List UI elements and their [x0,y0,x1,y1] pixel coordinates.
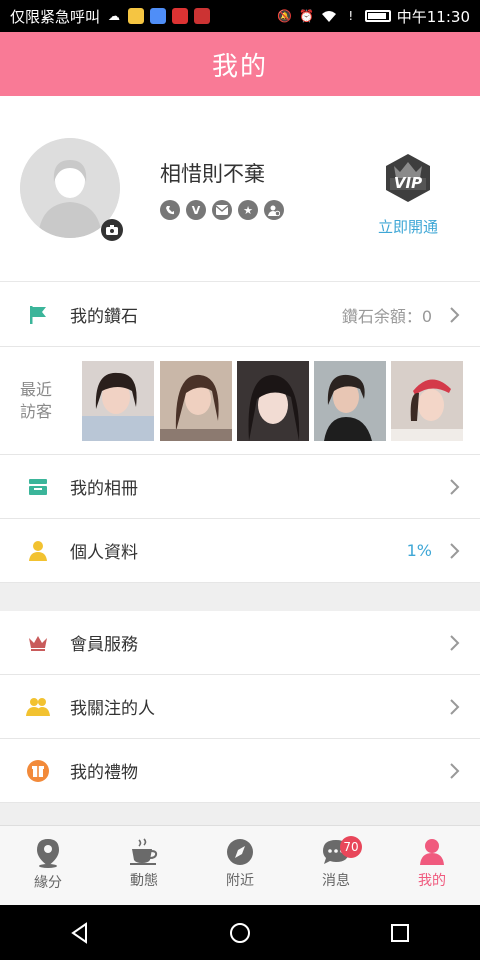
chevron-right-icon [450,306,460,323]
section-divider [0,583,480,611]
visitors-title: 最近訪客 [20,380,53,421]
status-bar: 仅限紧急呼叫 ☁ 🔕 ⏰ ! 中午11:30 [0,0,480,32]
title-bar: 我的 [0,32,480,96]
album-icon [26,475,50,499]
vip-icon[interactable]: VIP [382,152,434,204]
album-label: 我的相冊 [70,479,138,499]
tab-label: 附近 [226,873,254,889]
cloud-icon: ☁ [108,9,121,23]
mute-icon: 🔕 [277,9,293,23]
chevron-right-icon [450,698,460,715]
email-verified-icon[interactable] [212,200,232,220]
tab-messages[interactable]: 70 消息 [288,826,384,905]
recents-icon[interactable] [388,921,412,945]
people-icon [26,695,50,719]
clock: 中午11:30 [396,7,470,26]
verification-badges: V ★ [160,200,284,220]
back-icon[interactable] [68,921,92,945]
following-row[interactable]: 我關注的人 [0,675,480,739]
compass-icon [227,839,253,865]
chevron-right-icon [450,542,460,559]
bottom-tab-bar: 緣分 動態 附近 70 消息 我的 [0,825,480,905]
tab-label: 我的 [418,873,446,889]
following-label: 我關注的人 [70,699,155,719]
v-verified-icon[interactable]: V [186,200,206,220]
visitor-photo[interactable] [82,361,154,441]
vip-badge-text: VIP [393,174,423,192]
sim-alert-icon: ! [348,9,354,23]
gifts-label: 我的禮物 [70,763,138,783]
tab-moments[interactable]: 動態 [96,826,192,905]
unread-badge: 70 [340,836,362,858]
diamond-row[interactable]: 我的鑽石 鑽石余額：0 [0,283,480,347]
carrier-text: 仅限紧急呼叫 [10,7,101,26]
visitor-photo[interactable] [160,361,232,441]
app-notification-icon [194,8,211,24]
chevron-right-icon [450,634,460,651]
profile-section: 相惜則不棄 V ★ VIP 立即開通 [0,96,480,282]
visitor-photo[interactable] [314,361,386,441]
app-notification-icon [172,8,189,24]
battery-icon [364,10,391,22]
app-notification-icon [150,8,167,24]
person-icon [26,539,50,563]
tab-fate[interactable]: 緣分 [0,826,96,905]
tab-label: 動態 [130,873,158,889]
activate-vip-link[interactable]: 立即開通 [370,216,446,237]
visitor-photo[interactable] [237,361,309,441]
app-notification-icon [128,8,145,24]
wifi-icon [321,9,337,23]
crown-icon [26,631,50,655]
visitor-photo[interactable] [391,361,463,441]
profile-completion: 1% [406,541,432,560]
id-verified-icon[interactable] [264,200,284,220]
tab-label: 消息 [322,873,350,889]
flag-icon [26,303,50,327]
diamond-balance: 鑽石余額：0 [341,306,432,326]
album-row[interactable]: 我的相冊 [0,455,480,519]
tab-nearby[interactable]: 附近 [192,826,288,905]
section-divider [0,803,480,825]
coffee-icon [130,838,158,865]
home-icon[interactable] [228,921,252,945]
person-icon [420,839,444,865]
gift-icon [26,759,50,783]
personal-info-label: 個人資料 [70,543,138,563]
location-pin-icon [37,839,59,868]
membership-label: 會員服務 [70,635,138,655]
status-left: 仅限紧急呼叫 ☁ [10,6,211,27]
personal-info-row[interactable]: 個人資料 1% [0,519,480,583]
gifts-row[interactable]: 我的禮物 [0,739,480,803]
alarm-icon: ⏰ [299,9,315,23]
star-badge-icon[interactable]: ★ [238,200,258,220]
membership-row[interactable]: 會員服務 [0,611,480,675]
system-nav-bar [0,905,480,960]
nickname: 相惜則不棄 [160,162,265,186]
camera-icon[interactable] [101,219,123,241]
page-title: 我的 [211,51,268,82]
tab-label: 緣分 [34,875,62,891]
phone-verified-icon[interactable] [160,200,180,220]
chevron-right-icon [450,762,460,779]
status-right: 🔕 ⏰ ! 中午11:30 [277,6,470,27]
tab-mine[interactable]: 我的 [384,826,480,905]
diamond-label: 我的鑽石 [70,307,138,327]
chevron-right-icon [450,478,460,495]
recent-visitors: 最近訪客 [0,347,480,455]
